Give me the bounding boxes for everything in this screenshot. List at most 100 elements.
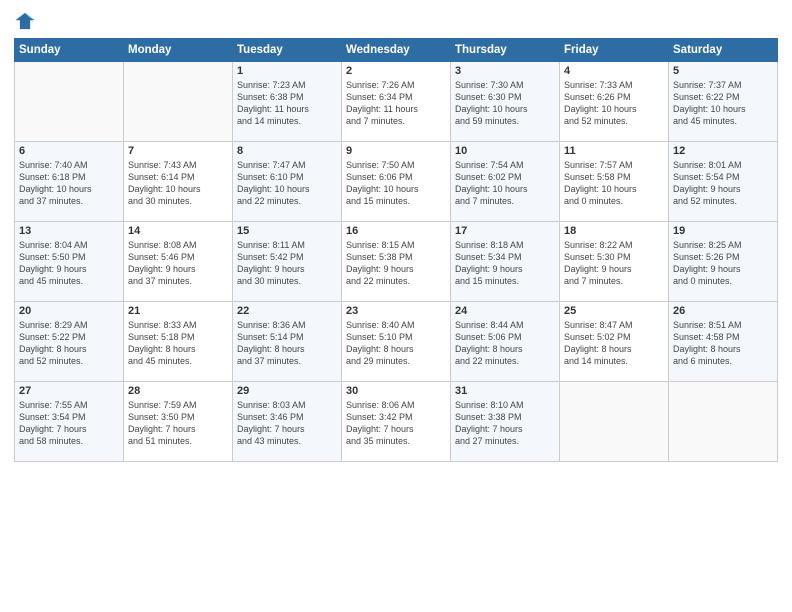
calendar-cell: 22 Sunrise: 8:36 AM Sunset: 5:14 PM Dayli… xyxy=(233,302,342,382)
day-info: Sunrise: 8:01 AM Sunset: 5:54 PM Dayligh… xyxy=(673,159,773,208)
day-info: Sunrise: 7:23 AM Sunset: 6:38 PM Dayligh… xyxy=(237,79,337,128)
calendar-cell: 19 Sunrise: 8:25 AM Sunset: 5:26 PM Dayli… xyxy=(669,222,778,302)
day-number: 11 xyxy=(564,145,664,157)
day-info: Sunrise: 8:51 AM Sunset: 4:58 PM Dayligh… xyxy=(673,319,773,368)
day-number: 23 xyxy=(346,305,446,317)
day-number: 3 xyxy=(455,65,555,77)
day-number: 2 xyxy=(346,65,446,77)
day-info: Sunrise: 8:08 AM Sunset: 5:46 PM Dayligh… xyxy=(128,239,228,288)
day-number: 10 xyxy=(455,145,555,157)
week-row-5: 27 Sunrise: 7:55 AM Sunset: 3:54 PM Dayli… xyxy=(15,382,778,462)
week-row-4: 20Sunrise: 8:29 AM Sunset: 5:22 PM Dayli… xyxy=(15,302,778,382)
calendar-cell: 8 Sunrise: 7:47 AM Sunset: 6:10 PM Daylig… xyxy=(233,142,342,222)
calendar-cell: 30 Sunrise: 8:06 AM Sunset: 3:42 PM Dayli… xyxy=(342,382,451,462)
header-row: SundayMondayTuesdayWednesdayThursdayFrid… xyxy=(15,39,778,62)
day-number: 31 xyxy=(455,385,555,397)
calendar-cell: 12 Sunrise: 8:01 AM Sunset: 5:54 PM Dayli… xyxy=(669,142,778,222)
page: SundayMondayTuesdayWednesdayThursdayFrid… xyxy=(0,0,792,468)
day-info: Sunrise: 8:25 AM Sunset: 5:26 PM Dayligh… xyxy=(673,239,773,288)
column-header-wednesday: Wednesday xyxy=(342,39,451,62)
day-info: Sunrise: 8:03 AM Sunset: 3:46 PM Dayligh… xyxy=(237,399,337,448)
day-number: 27 xyxy=(19,385,119,397)
day-number: 29 xyxy=(237,385,337,397)
day-info: Sunrise: 7:43 AM Sunset: 6:14 PM Dayligh… xyxy=(128,159,228,208)
week-row-2: 6 Sunrise: 7:40 AM Sunset: 6:18 PM Daylig… xyxy=(15,142,778,222)
calendar-cell: 9Sunrise: 7:50 AM Sunset: 6:06 PM Daylig… xyxy=(342,142,451,222)
day-info: Sunrise: 7:55 AM Sunset: 3:54 PM Dayligh… xyxy=(19,399,119,448)
day-info: Sunrise: 7:26 AM Sunset: 6:34 PM Dayligh… xyxy=(346,79,446,128)
day-number: 24 xyxy=(455,305,555,317)
day-info: Sunrise: 8:06 AM Sunset: 3:42 PM Dayligh… xyxy=(346,399,446,448)
day-number: 8 xyxy=(237,145,337,157)
day-number: 6 xyxy=(19,145,119,157)
day-info: Sunrise: 7:30 AM Sunset: 6:30 PM Dayligh… xyxy=(455,79,555,128)
day-number: 7 xyxy=(128,145,228,157)
calendar-cell: 23 Sunrise: 8:40 AM Sunset: 5:10 PM Dayli… xyxy=(342,302,451,382)
week-row-3: 13Sunrise: 8:04 AM Sunset: 5:50 PM Dayli… xyxy=(15,222,778,302)
day-number: 12 xyxy=(673,145,773,157)
day-info: Sunrise: 8:22 AM Sunset: 5:30 PM Dayligh… xyxy=(564,239,664,288)
calendar-cell: 21 Sunrise: 8:33 AM Sunset: 5:18 PM Dayli… xyxy=(124,302,233,382)
column-header-friday: Friday xyxy=(560,39,669,62)
calendar-cell: 17Sunrise: 8:18 AM Sunset: 5:34 PM Dayli… xyxy=(451,222,560,302)
calendar-cell xyxy=(15,62,124,142)
logo-icon xyxy=(14,10,36,32)
column-header-tuesday: Tuesday xyxy=(233,39,342,62)
calendar-cell: 5 Sunrise: 7:37 AM Sunset: 6:22 PM Daylig… xyxy=(669,62,778,142)
calendar-cell: 6 Sunrise: 7:40 AM Sunset: 6:18 PM Daylig… xyxy=(15,142,124,222)
column-header-sunday: Sunday xyxy=(15,39,124,62)
calendar-cell: 28 Sunrise: 7:59 AM Sunset: 3:50 PM Dayli… xyxy=(124,382,233,462)
calendar-cell: 20Sunrise: 8:29 AM Sunset: 5:22 PM Dayli… xyxy=(15,302,124,382)
day-info: Sunrise: 8:40 AM Sunset: 5:10 PM Dayligh… xyxy=(346,319,446,368)
day-number: 20 xyxy=(19,305,119,317)
calendar-cell: 3 Sunrise: 7:30 AM Sunset: 6:30 PM Daylig… xyxy=(451,62,560,142)
day-number: 22 xyxy=(237,305,337,317)
logo xyxy=(14,10,38,32)
day-number: 14 xyxy=(128,225,228,237)
day-number: 17 xyxy=(455,225,555,237)
day-info: Sunrise: 8:33 AM Sunset: 5:18 PM Dayligh… xyxy=(128,319,228,368)
day-info: Sunrise: 7:59 AM Sunset: 3:50 PM Dayligh… xyxy=(128,399,228,448)
day-info: Sunrise: 7:57 AM Sunset: 5:58 PM Dayligh… xyxy=(564,159,664,208)
day-number: 1 xyxy=(237,65,337,77)
calendar-cell: 25 Sunrise: 8:47 AM Sunset: 5:02 PM Dayli… xyxy=(560,302,669,382)
day-info: Sunrise: 8:15 AM Sunset: 5:38 PM Dayligh… xyxy=(346,239,446,288)
day-number: 21 xyxy=(128,305,228,317)
day-info: Sunrise: 7:40 AM Sunset: 6:18 PM Dayligh… xyxy=(19,159,119,208)
calendar-cell: 1 Sunrise: 7:23 AM Sunset: 6:38 PM Daylig… xyxy=(233,62,342,142)
day-number: 28 xyxy=(128,385,228,397)
calendar-cell: 4Sunrise: 7:33 AM Sunset: 6:26 PM Daylig… xyxy=(560,62,669,142)
calendar-cell: 7 Sunrise: 7:43 AM Sunset: 6:14 PM Daylig… xyxy=(124,142,233,222)
day-number: 16 xyxy=(346,225,446,237)
calendar-cell: 14 Sunrise: 8:08 AM Sunset: 5:46 PM Dayli… xyxy=(124,222,233,302)
calendar-cell xyxy=(560,382,669,462)
column-header-saturday: Saturday xyxy=(669,39,778,62)
calendar-cell xyxy=(124,62,233,142)
day-number: 26 xyxy=(673,305,773,317)
day-number: 15 xyxy=(237,225,337,237)
week-row-1: 1 Sunrise: 7:23 AM Sunset: 6:38 PM Daylig… xyxy=(15,62,778,142)
day-info: Sunrise: 8:36 AM Sunset: 5:14 PM Dayligh… xyxy=(237,319,337,368)
day-number: 18 xyxy=(564,225,664,237)
day-number: 5 xyxy=(673,65,773,77)
header xyxy=(14,10,778,32)
day-info: Sunrise: 7:47 AM Sunset: 6:10 PM Dayligh… xyxy=(237,159,337,208)
calendar-cell: 27 Sunrise: 7:55 AM Sunset: 3:54 PM Dayli… xyxy=(15,382,124,462)
day-number: 4 xyxy=(564,65,664,77)
calendar-cell: 16 Sunrise: 8:15 AM Sunset: 5:38 PM Dayli… xyxy=(342,222,451,302)
calendar-cell: 11 Sunrise: 7:57 AM Sunset: 5:58 PM Dayli… xyxy=(560,142,669,222)
calendar-table: SundayMondayTuesdayWednesdayThursdayFrid… xyxy=(14,38,778,462)
day-number: 25 xyxy=(564,305,664,317)
column-header-thursday: Thursday xyxy=(451,39,560,62)
calendar-cell: 2 Sunrise: 7:26 AM Sunset: 6:34 PM Daylig… xyxy=(342,62,451,142)
day-info: Sunrise: 7:54 AM Sunset: 6:02 PM Dayligh… xyxy=(455,159,555,208)
column-header-monday: Monday xyxy=(124,39,233,62)
day-info: Sunrise: 8:10 AM Sunset: 3:38 PM Dayligh… xyxy=(455,399,555,448)
day-info: Sunrise: 7:37 AM Sunset: 6:22 PM Dayligh… xyxy=(673,79,773,128)
day-info: Sunrise: 8:44 AM Sunset: 5:06 PM Dayligh… xyxy=(455,319,555,368)
day-number: 9 xyxy=(346,145,446,157)
day-info: Sunrise: 8:47 AM Sunset: 5:02 PM Dayligh… xyxy=(564,319,664,368)
calendar-cell: 13Sunrise: 8:04 AM Sunset: 5:50 PM Dayli… xyxy=(15,222,124,302)
day-number: 30 xyxy=(346,385,446,397)
day-number: 19 xyxy=(673,225,773,237)
